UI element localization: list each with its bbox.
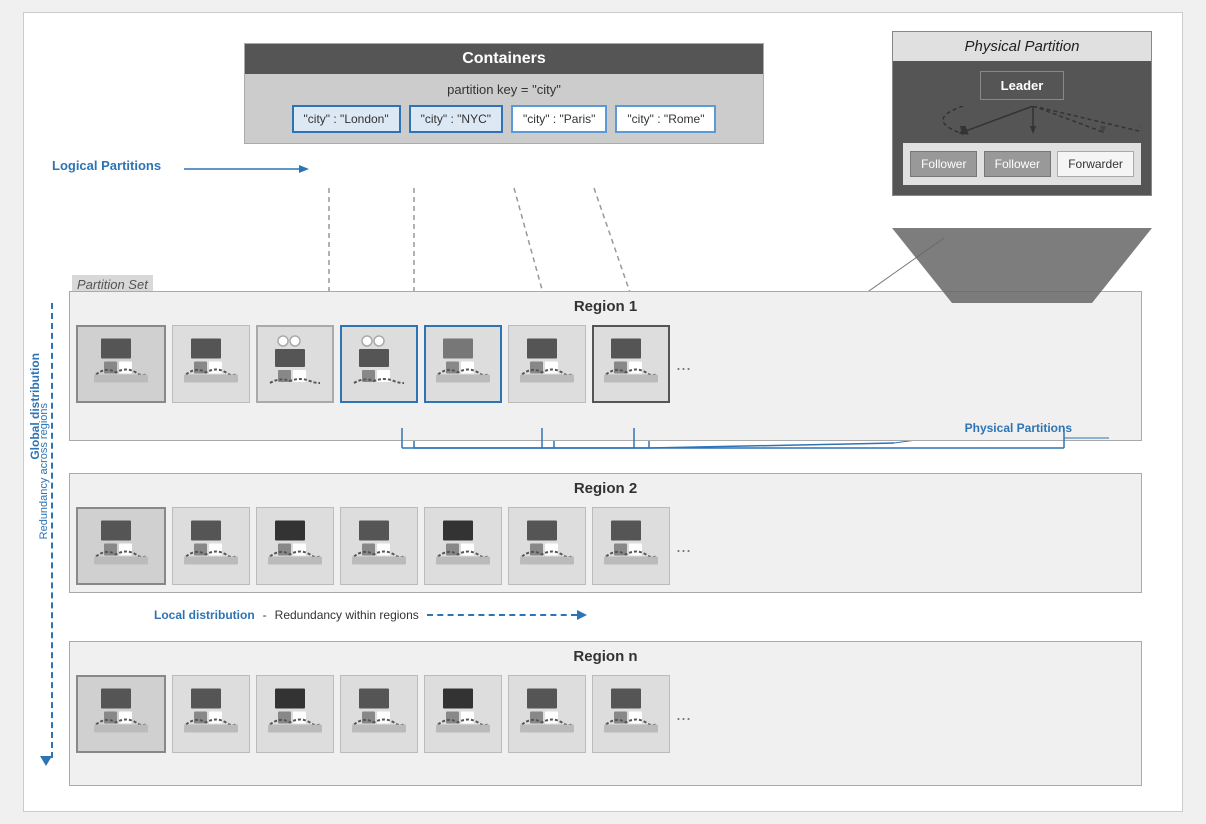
pp-cell-rn-4 <box>424 675 502 753</box>
pp-cell-r2-3 <box>340 507 418 585</box>
pp-cell-r1-1 <box>172 325 250 403</box>
regionn-box: Region n ... <box>69 641 1142 786</box>
local-dist-arrow-container <box>427 610 587 620</box>
physical-partitions-annotation: Physical Partitions <box>965 421 1072 435</box>
region2-box: Region 2 ... <box>69 473 1142 593</box>
ps-cell-r1 <box>76 325 166 403</box>
main-canvas: Physical Partition Leader <box>23 12 1183 812</box>
physical-partition-box: Physical Partition Leader <box>892 31 1152 196</box>
pp-cell-row-r2: ... <box>172 507 1131 585</box>
pp-cell-rn-1 <box>172 675 250 753</box>
pp-cell-r1-4 <box>424 325 502 403</box>
server-icon-r1-2 <box>265 334 325 394</box>
si-r2-6 <box>601 516 661 576</box>
pp-cell-r2-4 <box>424 507 502 585</box>
pp-cell-r1-3 <box>340 325 418 403</box>
region2-title: Region 2 <box>70 474 1141 501</box>
dots-r1: ... <box>676 354 691 375</box>
follower-1: Follower <box>910 151 977 177</box>
local-dist-label: Local distribution <box>154 608 255 622</box>
local-dist-container: Local distribution - Redundancy within r… <box>154 608 587 622</box>
server-icon-r1-3 <box>349 334 409 394</box>
pp-arrows <box>903 106 1141 136</box>
server-icon-r1-ps <box>91 334 151 394</box>
leader-box: Leader <box>980 71 1065 100</box>
si-r2-2 <box>265 516 325 576</box>
pp-followers-row: Follower Follower Forwarder <box>903 143 1141 185</box>
region2-content: ... <box>70 501 1141 595</box>
si-rn-2 <box>265 684 325 744</box>
local-dist-separator: - <box>263 608 267 622</box>
pp-cell-r2-1 <box>172 507 250 585</box>
region1-box: Region 1 <box>69 291 1142 441</box>
pp-cell-r2-6 <box>592 507 670 585</box>
si-rn-3 <box>349 684 409 744</box>
si-r2-5 <box>517 516 577 576</box>
si-rn-6 <box>601 684 661 744</box>
partition-key-label: partition key = "city" <box>255 82 753 97</box>
pp-cell-rn-2 <box>256 675 334 753</box>
partition-item-rome: "city" : "Rome" <box>615 105 716 133</box>
dots-r2: ... <box>676 536 691 557</box>
region1-content: ... <box>70 319 1141 413</box>
server-icon-r1-4 <box>433 334 493 394</box>
partition-items: "city" : "London" "city" : "NYC" "city" … <box>255 105 753 133</box>
dots-rn: ... <box>676 704 691 725</box>
si-rn-1 <box>181 684 241 744</box>
containers-title: Containers <box>245 44 763 74</box>
si-r2-4 <box>433 516 493 576</box>
pp-cell-r1-5 <box>508 325 586 403</box>
si-r2-3 <box>349 516 409 576</box>
server-icon-r1-5 <box>517 334 577 394</box>
redundancy-across-label: Redundancy across regions <box>38 403 50 539</box>
pp-cell-row-r1: ... <box>172 325 1131 403</box>
follower-2: Follower <box>984 151 1051 177</box>
pp-cell-rn-5 <box>508 675 586 753</box>
server-icon-r1-6 <box>601 334 661 394</box>
ps-cell-r2 <box>76 507 166 585</box>
pp-cell-r2-5 <box>508 507 586 585</box>
server-icon-r1-1 <box>181 334 241 394</box>
partition-item-nyc: "city" : "NYC" <box>409 105 503 133</box>
pp-cell-r1-2 <box>256 325 334 403</box>
pp-cell-rn-6 <box>592 675 670 753</box>
forwarder: Forwarder <box>1057 151 1134 177</box>
region1-title: Region 1 <box>70 292 1141 319</box>
logical-partitions-arrow <box>184 161 314 177</box>
partition-item-london: "city" : "London" <box>292 105 401 133</box>
si-rn-4 <box>433 684 493 744</box>
pp-cell-rn-3 <box>340 675 418 753</box>
logical-partitions-label: Logical Partitions <box>52 158 161 173</box>
physical-partition-title: Physical Partition <box>893 32 1151 61</box>
regionn-title: Region n <box>70 642 1141 669</box>
server-icon-r2-ps <box>91 516 151 576</box>
pp-cell-r1-6 <box>592 325 670 403</box>
si-r2-1 <box>181 516 241 576</box>
pp-cell-r2-2 <box>256 507 334 585</box>
server-icon-rn-ps <box>91 684 151 744</box>
global-dist-arrowhead <box>40 756 52 766</box>
redundancy-within-label: Redundancy within regions <box>275 608 419 622</box>
regionn-content: ... <box>70 669 1141 763</box>
local-dist-dashed-line <box>427 614 577 616</box>
local-dist-arrowhead <box>577 610 587 620</box>
partition-item-paris: "city" : "Paris" <box>511 105 607 133</box>
containers-box: Containers partition key = "city" "city"… <box>244 43 764 144</box>
ps-cell-rn <box>76 675 166 753</box>
si-rn-5 <box>517 684 577 744</box>
pp-cell-row-rn: ... <box>172 675 1131 753</box>
global-dist-line <box>51 303 53 758</box>
